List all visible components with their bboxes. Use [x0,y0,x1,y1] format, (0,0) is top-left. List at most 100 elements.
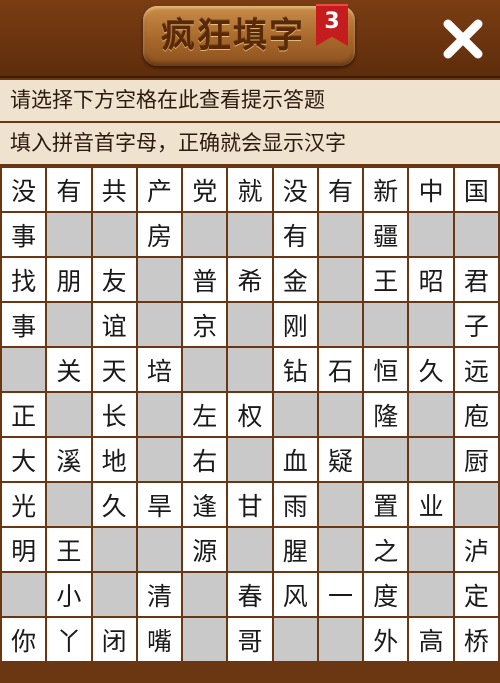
grid-cell[interactable]: 大 [2,438,46,481]
grid-cell[interactable]: 嘴 [137,618,182,661]
grid-cell[interactable]: 疑 [318,438,363,481]
blocked-cell [364,303,408,346]
grid-cell[interactable]: 定 [454,573,498,616]
grid-cell[interactable]: 哥 [228,618,272,661]
grid-cell[interactable]: 左 [183,393,227,436]
grid-cell[interactable]: 高 [409,618,453,661]
grid-cell[interactable]: 事 [2,213,46,256]
grid-cell[interactable]: 就 [228,168,272,211]
grid-cell[interactable]: 明 [2,528,46,571]
grid-cell[interactable]: 右 [183,438,227,481]
grid-cell[interactable]: 王 [47,528,91,571]
grid-cell[interactable]: 有 [47,168,91,211]
grid-cell[interactable]: 泸 [454,528,498,571]
grid-cell[interactable]: 刚 [273,303,317,346]
grid-cell[interactable]: 共 [92,168,136,211]
blocked-cell [137,393,182,436]
grid-cell[interactable]: 昭 [409,258,453,301]
grid-cell[interactable]: 溪 [47,438,91,481]
grid-cell[interactable]: 你 [2,618,46,661]
game-title: 疯狂填字 [161,16,305,56]
grid-cell[interactable]: 中 [409,168,453,211]
grid-cell[interactable]: 朋 [47,258,91,301]
grid-cell[interactable]: 正 [2,393,46,436]
grid-cell[interactable]: 桥 [454,618,498,661]
blocked-cell [183,348,227,391]
grid-cell[interactable]: 闭 [92,618,136,661]
blocked-cell [364,438,408,481]
crossword-board: 没有共产党就没有新中国事房有疆找朋友普希金王昭君事谊京刚子关天培钻石恒久远正长左… [0,166,500,683]
grid-cell[interactable]: 钻 [273,348,317,391]
grid-cell[interactable]: 权 [228,393,272,436]
grid-cell[interactable]: 度 [364,573,408,616]
grid-cell[interactable]: 希 [228,258,272,301]
grid-cell[interactable]: 谊 [92,303,136,346]
grid-cell[interactable]: 逢 [183,483,227,526]
grid-cell[interactable]: 培 [137,348,182,391]
grid-cell[interactable]: 一 [318,573,363,616]
grid-cell[interactable]: 血 [273,438,317,481]
grid-cell[interactable]: 厨 [454,438,498,481]
grid-cell[interactable]: 有 [318,168,363,211]
blocked-cell [228,348,272,391]
grid-cell[interactable]: 友 [92,258,136,301]
grid-cell[interactable]: 风 [273,573,317,616]
grid-cell[interactable]: 子 [454,303,498,346]
blocked-cell [2,573,46,616]
grid-cell[interactable]: 丫 [47,618,91,661]
blocked-cell [454,483,498,526]
grid-cell[interactable]: 普 [183,258,227,301]
grid-cell[interactable]: 春 [228,573,272,616]
grid-cell[interactable]: 找 [2,258,46,301]
grid-cell[interactable]: 雨 [273,483,317,526]
grid-cell[interactable]: 源 [183,528,227,571]
grid-cell[interactable]: 党 [183,168,227,211]
grid-cell[interactable]: 王 [364,258,408,301]
grid-cell[interactable]: 光 [2,483,46,526]
grid-cell[interactable]: 清 [137,573,182,616]
grid-cell[interactable]: 久 [92,483,136,526]
grid-cell[interactable]: 地 [92,438,136,481]
grid-cell[interactable]: 旱 [137,483,182,526]
grid-cell[interactable]: 甘 [228,483,272,526]
grid-cell[interactable]: 没 [2,168,46,211]
close-button[interactable] [440,16,486,62]
grid-cell[interactable]: 隆 [364,393,408,436]
blocked-cell [273,393,317,436]
blocked-cell [318,393,363,436]
grid-cell[interactable]: 长 [92,393,136,436]
grid-cell[interactable]: 疆 [364,213,408,256]
grid-cell[interactable]: 新 [364,168,408,211]
grid-cell[interactable]: 国 [454,168,498,211]
grid-cell[interactable]: 天 [92,348,136,391]
grid-cell[interactable]: 君 [454,258,498,301]
grid-cell[interactable]: 京 [183,303,227,346]
grid-cell[interactable]: 有 [273,213,317,256]
grid-cell[interactable]: 没 [273,168,317,211]
blocked-cell [183,573,227,616]
blocked-cell [183,213,227,256]
grid-cell[interactable]: 远 [454,348,498,391]
grid-cell[interactable]: 置 [364,483,408,526]
grid-cell[interactable]: 久 [409,348,453,391]
grid-cell[interactable]: 庖 [454,393,498,436]
grid-cell[interactable]: 腥 [273,528,317,571]
top-bar: 疯狂填字 3 [0,0,500,78]
blocked-cell [228,528,272,571]
grid-cell[interactable]: 金 [273,258,317,301]
grid-cell[interactable]: 事 [2,303,46,346]
grid-cell[interactable]: 外 [364,618,408,661]
grid-cell[interactable]: 小 [47,573,91,616]
blocked-cell [183,618,227,661]
grid-cell[interactable]: 之 [364,528,408,571]
blocked-cell [228,213,272,256]
grid-cell[interactable]: 恒 [364,348,408,391]
grid-cell[interactable]: 房 [137,213,182,256]
grid-cell[interactable]: 关 [47,348,91,391]
hint-line-input: 填入拼音首字母，正确就会显示汉字 [0,123,500,164]
grid-cell[interactable]: 业 [409,483,453,526]
grid-cell[interactable]: 石 [318,348,363,391]
blocked-cell [47,393,91,436]
grid-cell[interactable]: 产 [137,168,182,211]
blocked-cell [47,213,91,256]
